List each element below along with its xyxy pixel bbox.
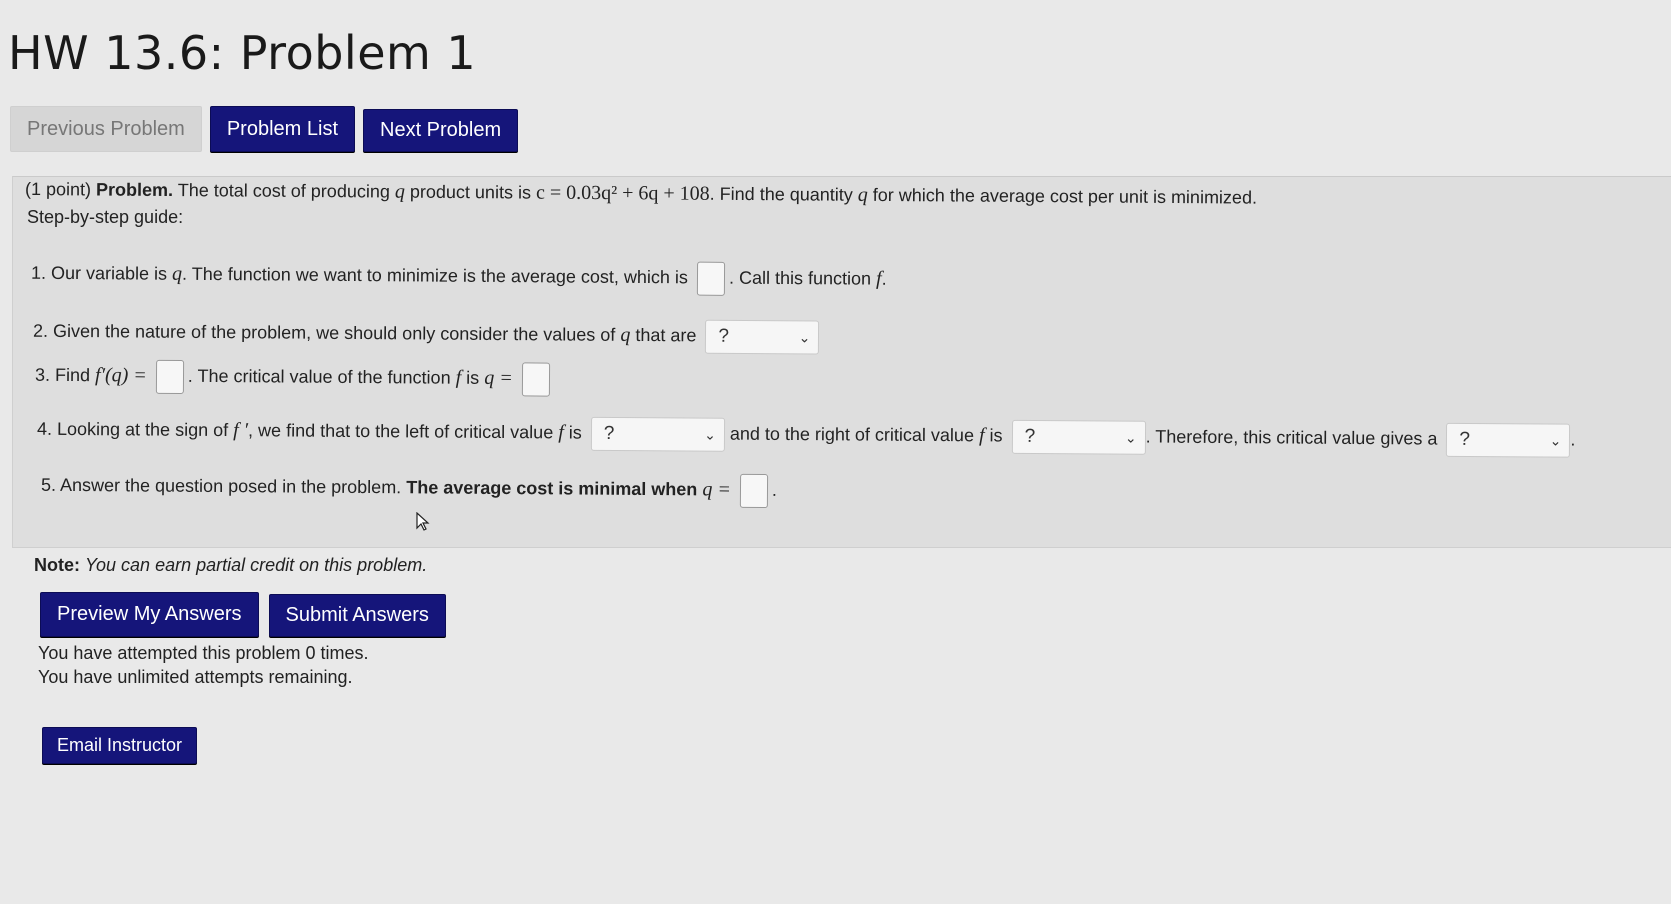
step3-qeq: q = (484, 366, 513, 390)
previous-problem-button[interactable]: Previous Problem (10, 106, 202, 152)
step4-left-select-value: ? (603, 422, 615, 445)
step4-right-select[interactable]: ? ⌄ (1011, 419, 1146, 455)
attempts-count: You have attempted this problem 0 times. (38, 643, 369, 663)
step3-fprime: f′(q) = (94, 364, 147, 387)
step4-text-c: and to the right of critical value (729, 423, 975, 446)
variable-f: f (978, 424, 985, 447)
step5-text-a: 5. Answer the question posed in the prob… (40, 474, 402, 498)
step4-left-select[interactable]: ? ⌄ (590, 416, 725, 452)
chevron-down-icon: ⌄ (798, 328, 811, 345)
step5-answer-input[interactable] (739, 473, 768, 509)
email-instructor-button[interactable]: Email Instructor (42, 727, 198, 764)
problem-points: (1 point) (24, 179, 92, 200)
problem-heading: Problem. (95, 179, 174, 201)
step4-gives-select[interactable]: ? ⌄ (1446, 422, 1571, 458)
note: Note: You can earn partial credit on thi… (34, 555, 427, 576)
step3-critical-value-input[interactable] (521, 362, 550, 397)
next-problem-button[interactable]: Next Problem (363, 109, 519, 152)
step2-text-b: that are (635, 324, 697, 346)
step2-select[interactable]: ? ⌄ (705, 319, 820, 355)
problem-navigation: Previous Problem Problem List Next Probl… (10, 106, 519, 152)
step2-select-value: ? (718, 325, 730, 347)
problem-text-units: product units is (409, 181, 532, 203)
problem-text-pre: The total cost of producing (177, 180, 390, 202)
step2-text: 2. Given the nature of the problem, we s… (32, 320, 616, 345)
variable-q: q (394, 180, 405, 203)
mouse-cursor-icon (416, 512, 430, 531)
attempts-info: You have attempted this problem 0 times.… (38, 641, 369, 689)
note-label: Note: (34, 555, 80, 575)
step4-text-a: 4. Looking at the sign of (36, 418, 229, 441)
email-container: Email Instructor (42, 727, 198, 764)
step3-text-b: . The critical value of the function (187, 365, 451, 388)
step5-text-b: The average cost is minimal when (406, 477, 698, 500)
step3-text-c: is (466, 367, 480, 388)
step1-answer-input[interactable] (696, 261, 726, 296)
note-text: You can earn partial credit on this prob… (85, 555, 428, 575)
step4-text-b: , we find that to the left of critical v… (248, 420, 554, 443)
chevron-down-icon: ⌄ (704, 426, 716, 443)
chevron-down-icon: ⌄ (1124, 429, 1137, 446)
step4-text-d: . Therefore, this critical value gives a (1145, 426, 1438, 449)
step3-text-a: 3. Find (34, 364, 91, 386)
answer-actions: Preview My Answers Submit Answers (40, 592, 446, 637)
preview-answers-button[interactable]: Preview My Answers (40, 592, 259, 637)
attempts-remaining: You have unlimited attempts remaining. (38, 667, 353, 687)
step4-gives-select-value: ? (1459, 428, 1471, 451)
step4-fprime: f ′ (233, 419, 249, 442)
step1-text-c: . Call this function (728, 267, 872, 289)
period: . (881, 268, 887, 289)
variable-q: q (620, 323, 631, 346)
submit-answers-button[interactable]: Submit Answers (268, 594, 446, 637)
step3-derivative-input[interactable] (155, 359, 184, 395)
step4-is: is (989, 425, 1003, 446)
step4-is: is (568, 422, 582, 443)
problem-text-find: . Find the quantity (709, 183, 853, 205)
period: . (1570, 429, 1576, 450)
chevron-down-icon: ⌄ (1549, 432, 1562, 449)
variable-f: f (558, 421, 564, 444)
step1-text-a: 1. Our variable is (30, 262, 168, 284)
page-title: HW 13.6: Problem 1 (8, 26, 477, 80)
variable-q: q (857, 183, 868, 206)
variable-q: q (172, 262, 183, 285)
problem-list-button[interactable]: Problem List (209, 106, 355, 152)
variable-f: f (455, 366, 462, 389)
step1-text-b: . The function we want to minimize is th… (182, 263, 689, 288)
cost-equation: c = 0.03q² + 6q + 108 (535, 181, 710, 205)
step4-right-select-value: ? (1024, 425, 1036, 447)
period: . (771, 479, 777, 500)
guide-label: Step-by-step guide: (27, 207, 184, 227)
problem-text-post: for which the average cost per unit is m… (872, 184, 1258, 208)
problem-box: (1 point) Problem. The total cost of pro… (12, 176, 1671, 548)
step5-qeq: q = (702, 478, 731, 501)
